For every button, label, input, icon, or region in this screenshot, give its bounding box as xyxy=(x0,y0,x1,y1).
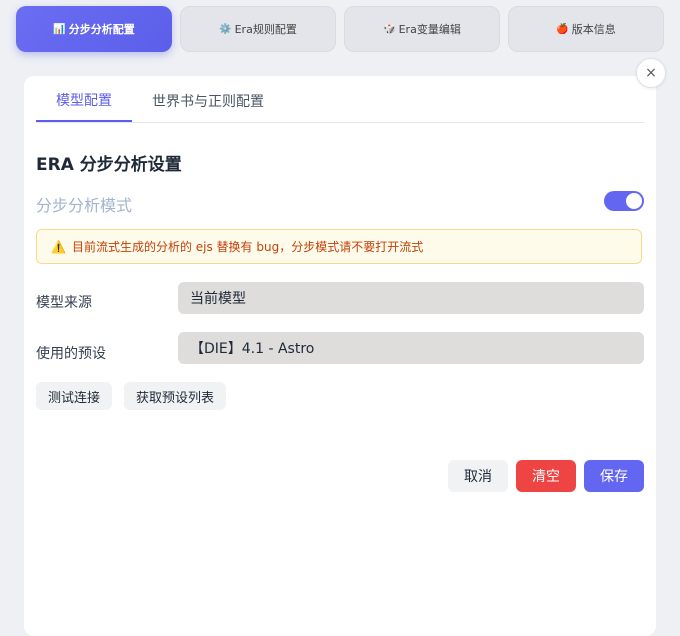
tab-era-variable-edit[interactable]: 🎲 Era变量编辑 xyxy=(344,6,500,52)
fetch-presets-button[interactable]: 获取预设列表 xyxy=(124,382,227,410)
tab-label: Era变量编辑 xyxy=(398,23,461,36)
model-source-select[interactable]: 当前模型 xyxy=(178,282,644,314)
sub-tab-bar: 模型配置 世界书与正则配置 xyxy=(36,80,644,123)
step-mode-label: 分步分析模式 xyxy=(36,196,133,215)
save-button[interactable]: 保存 xyxy=(584,460,644,492)
dice-icon: 🎲 xyxy=(383,23,396,35)
preset-select[interactable]: 【DIE】4.1 - Astro xyxy=(178,332,644,364)
toggle-knob xyxy=(626,193,642,209)
gear-icon: ⚙️ xyxy=(219,23,232,35)
cancel-button[interactable]: 取消 xyxy=(448,460,508,492)
clear-button[interactable]: 清空 xyxy=(516,460,576,492)
top-tab-bar: 📊 分步分析配置 ⚙️ Era规则配置 🎲 Era变量编辑 🍎 版本信息 xyxy=(16,6,664,52)
test-connection-button[interactable]: 测试连接 xyxy=(36,382,113,410)
warning-banner: ⚠️ 目前流式生成的分析的 ejs 替换有 bug，分步模式请不要打开流式 xyxy=(36,229,642,264)
warning-icon: ⚠️ xyxy=(51,239,66,254)
tab-label: Era规则配置 xyxy=(234,23,297,36)
preset-label: 使用的预设 xyxy=(36,346,106,362)
tab-model-config[interactable]: 模型配置 xyxy=(36,80,132,122)
close-button[interactable]: × xyxy=(636,58,666,88)
chart-icon: 📊 xyxy=(53,23,66,35)
tab-era-rules-config[interactable]: ⚙️ Era规则配置 xyxy=(180,6,336,52)
close-icon: × xyxy=(645,65,657,81)
tab-label: 分步分析配置 xyxy=(68,23,135,36)
settings-panel: 模型配置 世界书与正则配置 ERA 分步分析设置 分步分析模式 ⚠️ 目前流式生… xyxy=(24,76,656,636)
tab-step-analysis-config[interactable]: 📊 分步分析配置 xyxy=(16,6,172,52)
step-mode-toggle[interactable] xyxy=(604,191,644,211)
tab-worldbook-regex-config[interactable]: 世界书与正则配置 xyxy=(132,80,284,122)
section-title: ERA 分步分析设置 xyxy=(36,155,182,175)
tab-label: 版本信息 xyxy=(571,23,616,36)
warning-text: 目前流式生成的分析的 ejs 替换有 bug，分步模式请不要打开流式 xyxy=(71,240,424,254)
apple-icon: 🍎 xyxy=(556,23,569,35)
tab-version-info[interactable]: 🍎 版本信息 xyxy=(508,6,664,52)
model-source-label: 模型来源 xyxy=(36,295,92,311)
